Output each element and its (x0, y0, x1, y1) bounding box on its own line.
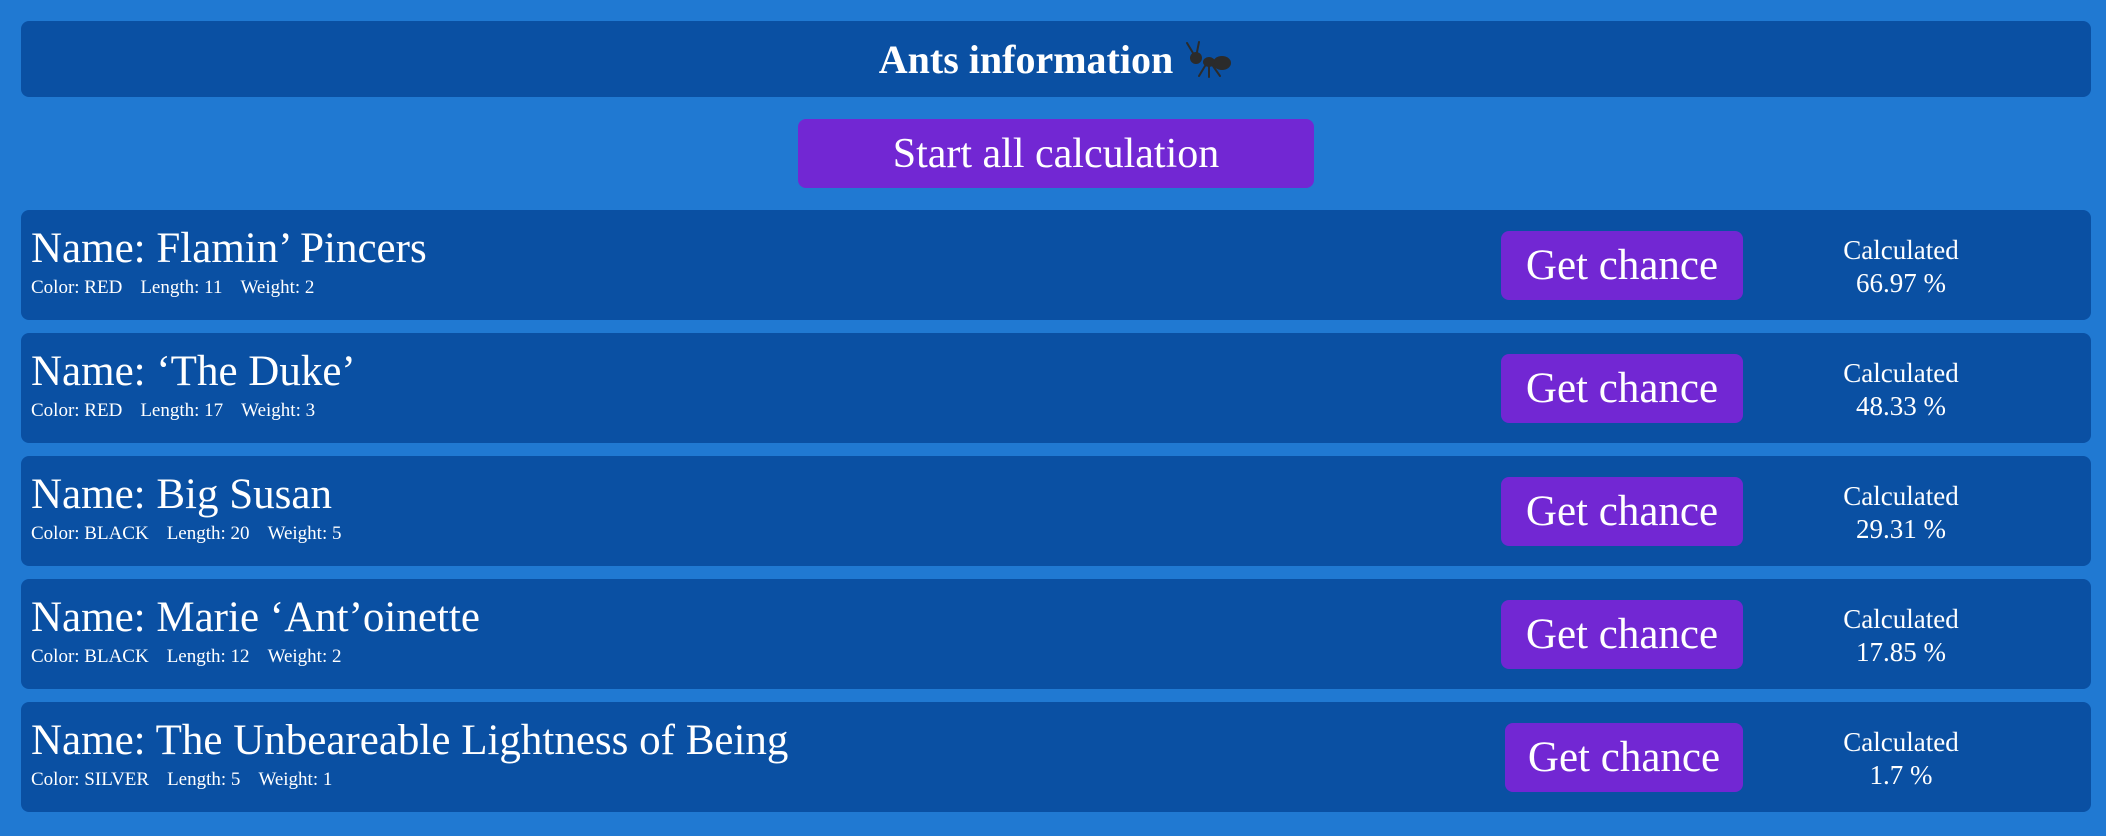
ant-meta: Color: BLACK Length: 12 Weight: 2 (31, 646, 360, 668)
chance-value: 17.85 % (1856, 637, 1946, 667)
ant-result: Calculated 29.31 % (1801, 480, 2001, 546)
get-chance-button[interactable]: Get chance (1501, 600, 1743, 669)
ant-row: Name: Big Susan Color: BLACK Length: 20 We… (21, 456, 2091, 566)
calculation-status: Calculated (1843, 235, 1959, 265)
chance-value: 29.31 % (1856, 514, 1946, 544)
ant-meta: Color: RED Length: 17 Weight: 3 (31, 400, 333, 422)
ant-row: Name: Marie ‘Ant’oinette Color: BLACK Len… (21, 579, 2091, 689)
start-all-calculation-button[interactable]: Start all calculation (798, 119, 1314, 188)
ant-result: Calculated 1.7 % (1801, 726, 2001, 792)
ant-result: Calculated 48.33 % (1801, 357, 2001, 423)
ant-row: Name: The Unbeareable Lightness of Being… (21, 702, 2091, 812)
ant-color: Color: RED (31, 400, 123, 421)
get-chance-button[interactable]: Get chance (1505, 723, 1743, 792)
ant-meta: Color: SILVER Length: 5 Weight: 1 (31, 769, 350, 791)
page-header: Ants information (21, 21, 2091, 97)
ant-meta: Color: BLACK Length: 20 Weight: 5 (31, 523, 360, 545)
page-title-text: Ants information (878, 36, 1174, 82)
ant-weight: Weight: 2 (267, 646, 342, 667)
ant-length: Length: 17 (140, 400, 224, 421)
ant-row: Name: ‘The Duke’ Color: RED Length: 17 Wei… (21, 333, 2091, 443)
ant-color: Color: BLACK (31, 523, 149, 544)
ant-color: Color: RED (31, 277, 123, 298)
get-chance-button[interactable]: Get chance (1501, 477, 1743, 546)
ant-name: Name: Marie ‘Ant’oinette (31, 594, 480, 641)
ant-name: Name: Big Susan (31, 471, 332, 518)
ant-color: Color: BLACK (31, 646, 149, 667)
ant-result: Calculated 66.97 % (1801, 234, 2001, 300)
calculation-status: Calculated (1843, 481, 1959, 511)
ant-weight: Weight: 1 (258, 769, 333, 790)
get-chance-button[interactable]: Get chance (1501, 231, 1743, 300)
ant-name: Name: Flamin’ Pincers (31, 225, 427, 272)
chance-value: 1.7 % (1869, 760, 1933, 790)
ant-weight: Weight: 5 (267, 523, 342, 544)
ant-weight: Weight: 3 (241, 400, 316, 421)
ant-result: Calculated 17.85 % (1801, 603, 2001, 669)
calculation-status: Calculated (1843, 727, 1959, 757)
ant-meta: Color: RED Length: 11 Weight: 2 (31, 277, 332, 299)
get-chance-button[interactable]: Get chance (1501, 354, 1743, 423)
ant-color: Color: SILVER (31, 769, 150, 790)
page-title: Ants information (879, 36, 1233, 83)
ant-row: Name: Flamin’ Pincers Color: RED Length: … (21, 210, 2091, 320)
calculation-status: Calculated (1843, 604, 1959, 634)
ant-weight: Weight: 2 (240, 277, 315, 298)
ant-icon (1186, 41, 1232, 78)
ant-length: Length: 5 (167, 769, 241, 790)
ant-length: Length: 20 (166, 523, 250, 544)
ant-name: Name: The Unbeareable Lightness of Being (31, 717, 789, 764)
calculation-status: Calculated (1843, 358, 1959, 388)
ant-name: Name: ‘The Duke’ (31, 348, 356, 395)
chance-value: 66.97 % (1856, 268, 1946, 298)
ant-length: Length: 12 (166, 646, 250, 667)
chance-value: 48.33 % (1856, 391, 1946, 421)
ant-length: Length: 11 (140, 277, 223, 298)
